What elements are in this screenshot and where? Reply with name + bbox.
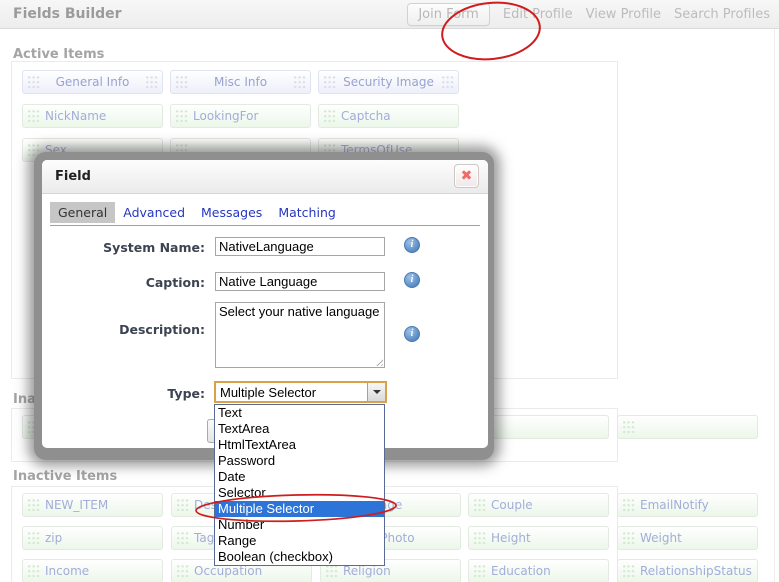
type-option[interactable]: Multiple Selector xyxy=(215,501,384,517)
field-item-button[interactable]: LookingFor xyxy=(170,104,311,128)
type-option[interactable]: Number xyxy=(215,517,384,533)
caption-label: Caption: xyxy=(45,275,205,290)
field-item-button[interactable]: EmailNotify xyxy=(617,493,758,517)
drag-handle-icon[interactable] xyxy=(27,498,40,513)
field-item-label: Captcha xyxy=(341,109,458,123)
tab-messages[interactable]: Messages xyxy=(193,202,270,223)
app-header: Fields Builder Join Form Edit Profile View… xyxy=(0,0,779,29)
field-item-label: General Info xyxy=(23,75,162,89)
field-item-button[interactable]: Captcha xyxy=(318,104,459,128)
drag-handle-icon[interactable] xyxy=(473,498,486,513)
field-item-label: Education xyxy=(491,564,608,578)
type-option-list: TextTextAreaHtmlTextAreaPasswordDateSele… xyxy=(214,404,385,566)
drag-handle-icon[interactable] xyxy=(622,564,635,579)
field-item-button[interactable]: Height xyxy=(468,526,609,550)
drag-handle-icon[interactable] xyxy=(176,498,189,513)
field-item-label: Occupation xyxy=(194,564,311,578)
tab-advanced[interactable]: Advanced xyxy=(115,202,193,223)
type-option[interactable]: TextArea xyxy=(215,421,384,437)
field-item-label: zip xyxy=(45,531,162,545)
field-item-button[interactable]: Misc Info xyxy=(170,70,311,94)
header-nav: Join Form Edit Profile View Profile Search … xyxy=(407,0,770,29)
page-title: Fields Builder xyxy=(13,6,122,22)
chevron-down-icon[interactable] xyxy=(367,383,385,401)
type-label: Type: xyxy=(45,386,205,401)
description-field[interactable]: Select your native language xyxy=(215,302,385,368)
drag-handle-icon[interactable] xyxy=(175,109,188,124)
field-item-button[interactable]: RelationshipStatus xyxy=(617,559,758,582)
header-link-edit-profile[interactable]: Edit Profile xyxy=(503,7,573,22)
drag-handle-icon[interactable] xyxy=(27,109,40,124)
tab-matching[interactable]: Matching xyxy=(270,202,343,223)
header-link-view-profile[interactable]: View Profile xyxy=(586,7,661,22)
page-right-border xyxy=(774,29,775,582)
drag-handle-icon[interactable] xyxy=(323,109,336,124)
drag-handle-icon[interactable] xyxy=(622,531,635,546)
drag-handle-icon[interactable] xyxy=(176,531,189,546)
type-option[interactable]: Range xyxy=(215,533,384,549)
system-name-field[interactable] xyxy=(215,237,385,256)
field-item-button[interactable]: NickName xyxy=(22,104,163,128)
field-item-button[interactable]: Income xyxy=(22,559,163,582)
type-dropdown-value: Multiple Selector xyxy=(216,385,316,400)
tab-general[interactable]: General xyxy=(50,202,115,223)
type-option[interactable]: Text xyxy=(215,405,384,421)
dialog-title: Field xyxy=(55,169,91,184)
field-item-label: Weight xyxy=(640,531,757,545)
type-dropdown[interactable]: Multiple Selector xyxy=(214,381,387,403)
drag-handle-icon[interactable] xyxy=(622,420,635,435)
field-item-label: Couple xyxy=(491,498,608,512)
fields-builder-page: Fields Builder Join Form Edit Profile View… xyxy=(0,0,779,582)
header-link-search-profiles[interactable]: Search Profiles xyxy=(674,7,770,22)
inactive-items-heading: Inactive Items xyxy=(13,469,117,484)
type-option[interactable]: Boolean (checkbox) xyxy=(215,549,384,565)
field-item-label: NEW_ITEM xyxy=(45,498,162,512)
drag-handle-icon[interactable] xyxy=(325,564,338,579)
type-option[interactable]: Password xyxy=(215,453,384,469)
field-item-button[interactable]: Couple xyxy=(468,493,609,517)
info-icon[interactable]: i xyxy=(404,272,420,288)
field-item-label: Height xyxy=(491,531,608,545)
type-option[interactable]: HtmlTextArea xyxy=(215,437,384,453)
field-item-label: Misc Info xyxy=(171,75,310,89)
drag-handle-icon[interactable] xyxy=(27,564,40,579)
close-icon[interactable]: ✖ xyxy=(454,164,479,188)
field-item-label: EmailNotify xyxy=(640,498,757,512)
type-option[interactable]: Date xyxy=(215,469,384,485)
header-link-join-form[interactable]: Join Form xyxy=(407,3,490,26)
field-item-button[interactable]: Education xyxy=(468,559,609,582)
system-name-label: System Name: xyxy=(45,240,205,255)
drag-handle-icon[interactable] xyxy=(622,498,635,513)
type-option[interactable]: Selector xyxy=(215,485,384,501)
field-item-label: Religion xyxy=(343,564,460,578)
field-item-label: Income xyxy=(45,564,162,578)
drag-handle-icon[interactable] xyxy=(176,564,189,579)
dialog-tabs: GeneralAdvancedMessagesMatching xyxy=(50,202,344,223)
drag-handle-icon[interactable] xyxy=(473,564,486,579)
field-item-label: RelationshipStatus xyxy=(640,564,757,578)
field-item-label: Security Image xyxy=(319,75,458,89)
field-item-label: NickName xyxy=(45,109,162,123)
info-icon[interactable]: i xyxy=(404,326,420,342)
field-item-button[interactable]: Weight xyxy=(617,526,758,550)
active-items-heading: Active Items xyxy=(13,47,104,62)
field-item-button[interactable] xyxy=(617,415,758,439)
field-item-label: LookingFor xyxy=(193,109,310,123)
dialog-titlebar[interactable]: Field ✖ xyxy=(42,160,488,194)
field-item-button[interactable]: NEW_ITEM xyxy=(22,493,163,517)
description-label: Description: xyxy=(45,322,205,337)
tabs-underline xyxy=(50,225,480,226)
caption-field[interactable] xyxy=(215,272,385,291)
field-item-button[interactable]: General Info xyxy=(22,70,163,94)
info-icon[interactable]: i xyxy=(404,237,420,253)
field-item-button[interactable]: Security Image xyxy=(318,70,459,94)
drag-handle-icon[interactable] xyxy=(473,531,486,546)
field-item-button[interactable]: zip xyxy=(22,526,163,550)
drag-handle-icon[interactable] xyxy=(27,531,40,546)
